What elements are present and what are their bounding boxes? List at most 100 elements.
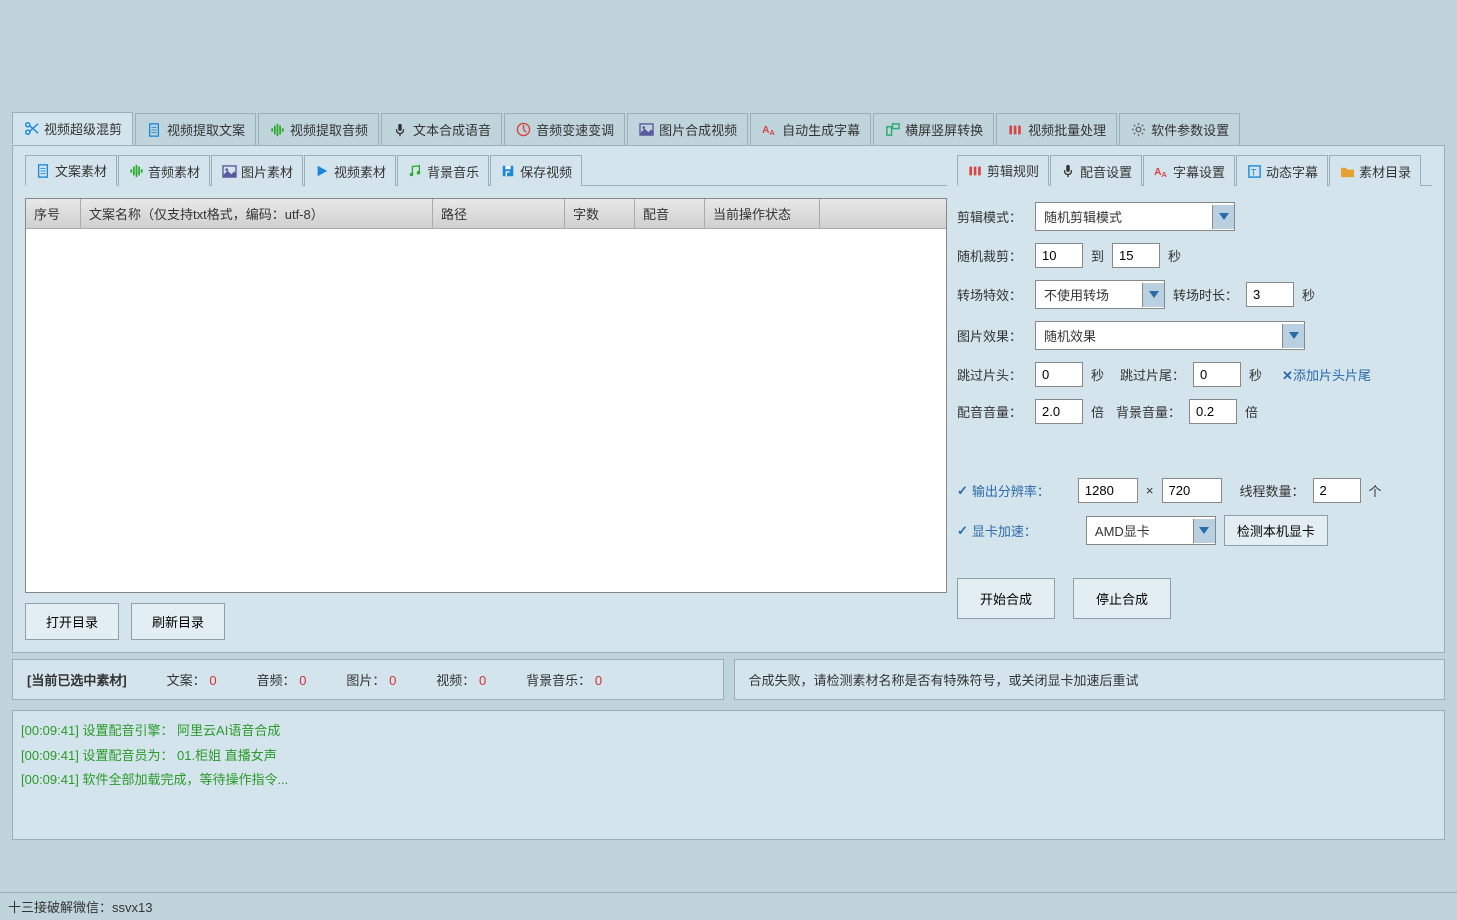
left-subtab-3[interactable]: 视频素材 [304, 155, 396, 186]
gpu-dropdown[interactable]: AMD显卡 [1086, 516, 1216, 545]
skip-tail-input[interactable] [1193, 362, 1241, 387]
main-tab-0[interactable]: 视频超级混剪 [12, 112, 133, 145]
random-crop-to-input[interactable] [1112, 243, 1160, 268]
stats-text-label: 文案： [167, 673, 206, 688]
stats-text-count: 0 [209, 673, 216, 688]
gpu-accel-checkbox[interactable]: ✓ 显卡加速： [957, 521, 1037, 540]
skip-tail-label: 跳过片尾： [1120, 365, 1185, 384]
subtab-label: 图片素材 [241, 162, 293, 181]
bg-volume-input[interactable] [1189, 399, 1237, 424]
main-tab-5[interactable]: 图片合成视频 [627, 113, 748, 145]
right-subtab-1[interactable]: 配音设置 [1050, 155, 1142, 186]
subtab-label: 保存视频 [520, 162, 572, 181]
stats-image-count: 0 [389, 673, 396, 688]
edit-mode-dropdown[interactable]: 随机剪辑模式 [1035, 202, 1235, 231]
voice-volume-label: 配音音量： [957, 402, 1027, 421]
x-icon: ✕ [1282, 368, 1293, 383]
gpu-accel-label: 显卡加速： [972, 521, 1037, 540]
skip-head-label: 跳过片头： [957, 365, 1027, 384]
batch-icon [1007, 122, 1023, 138]
transition-dropdown[interactable]: 不使用转场 [1035, 280, 1165, 309]
subtab-label: 字幕设置 [1173, 162, 1225, 181]
left-subtab-0[interactable]: 文案素材 [25, 155, 117, 186]
subtab-label: 音频素材 [148, 162, 200, 181]
thread-count-input[interactable] [1313, 478, 1361, 503]
open-dir-button[interactable]: 打开目录 [25, 603, 119, 640]
th-index[interactable]: 序号 [26, 199, 81, 228]
log-panel: [00:09:41] 设置配音引擎： 阿里云AI语音合成[00:09:41] 设… [12, 710, 1445, 840]
transition-duration-input[interactable] [1246, 282, 1294, 307]
log-line-1: [00:09:41] 设置配音员为： 01.柜姐 直播女声 [21, 744, 1436, 769]
transition-value: 不使用转场 [1036, 281, 1142, 308]
main-tab-label: 横屏竖屏转换 [905, 120, 983, 139]
main-tab-9[interactable]: 软件参数设置 [1119, 113, 1240, 145]
left-panel: 文案素材 音频素材 图片素材视频素材 背景音乐 保存视频 序号 文案名称（仅支持txt格… [25, 154, 947, 648]
check-icon: ✓ [957, 483, 968, 499]
subtab-label: 剪辑规则 [987, 161, 1039, 180]
output-res-checkbox[interactable]: ✓ 输出分辨率： [957, 481, 1050, 500]
th-chars[interactable]: 字数 [565, 199, 635, 228]
chevron-down-icon[interactable] [1142, 283, 1164, 307]
main-tab-label: 音频变速变调 [536, 120, 614, 139]
th-voice[interactable]: 配音 [635, 199, 705, 228]
stop-compose-button[interactable]: 停止合成 [1073, 578, 1171, 619]
main-tab-label: 视频批量处理 [1028, 120, 1106, 139]
thread-count-unit: 个 [1369, 481, 1382, 500]
output-height-input[interactable] [1162, 478, 1222, 503]
left-subtab-5[interactable]: 保存视频 [490, 155, 582, 186]
audio-wave-icon [269, 122, 285, 138]
main-tab-label: 视频提取文案 [167, 120, 245, 139]
right-subtab-0[interactable]: 剪辑规则 [957, 155, 1049, 186]
main-tab-7[interactable]: 横屏竖屏转换 [873, 113, 994, 145]
th-name[interactable]: 文案名称（仅支持txt格式，编码：utf-8） [81, 199, 433, 228]
main-tab-8[interactable]: 视频批量处理 [996, 113, 1117, 145]
stats-bgm-count: 0 [595, 673, 602, 688]
start-compose-button[interactable]: 开始合成 [957, 578, 1055, 619]
content-area: 文案素材 音频素材 图片素材视频素材 背景音乐 保存视频 序号 文案名称（仅支持txt格… [12, 145, 1445, 653]
output-width-input[interactable] [1078, 478, 1138, 503]
doc-icon [35, 163, 51, 179]
main-tab-3[interactable]: 文本合成语音 [381, 113, 502, 145]
voice-volume-unit: 倍 [1091, 402, 1104, 421]
th-status[interactable]: 当前操作状态 [705, 199, 820, 228]
refresh-dir-button[interactable]: 刷新目录 [131, 603, 225, 640]
gpu-value: AMD显卡 [1087, 517, 1193, 544]
image-effect-dropdown[interactable]: 随机效果 [1035, 321, 1305, 350]
left-subtab-1[interactable]: 音频素材 [118, 155, 210, 186]
left-subtab-4[interactable]: 背景音乐 [397, 155, 489, 186]
stats-video-count: 0 [479, 673, 486, 688]
random-crop-from-input[interactable] [1035, 243, 1083, 268]
save-icon [500, 163, 516, 179]
log-line-0: [00:09:41] 设置配音引擎： 阿里云AI语音合成 [21, 719, 1436, 744]
main-tab-6[interactable]: AA自动生成字幕 [750, 113, 871, 145]
right-subtab-3[interactable]: T动态字幕 [1236, 155, 1328, 186]
svg-text:A: A [1161, 170, 1167, 178]
skip-head-input[interactable] [1035, 362, 1083, 387]
right-subtab-2[interactable]: AA字幕设置 [1143, 155, 1235, 186]
subtitle-icon: AA [761, 122, 777, 138]
main-tab-1[interactable]: 视频提取文案 [135, 113, 256, 145]
speed-icon [515, 122, 531, 138]
svg-text:A: A [769, 128, 775, 136]
right-subtab-4[interactable]: 素材目录 [1329, 155, 1421, 186]
main-tab-4[interactable]: 音频变速变调 [504, 113, 625, 145]
chevron-down-icon[interactable] [1282, 324, 1304, 348]
gear-icon [1130, 122, 1146, 138]
svg-text:T: T [1250, 167, 1256, 177]
main-tab-label: 图片合成视频 [659, 120, 737, 139]
detect-gpu-button[interactable]: 检测本机显卡 [1224, 515, 1328, 546]
left-subtab-2[interactable]: 图片素材 [211, 155, 303, 186]
main-tab-2[interactable]: 视频提取音频 [258, 113, 379, 145]
add-head-tail-toggle[interactable]: ✕添加片头片尾 [1282, 365, 1371, 384]
folder-icon [1339, 163, 1355, 179]
stats-bgm-label: 背景音乐： [526, 673, 591, 688]
voice-volume-input[interactable] [1035, 399, 1083, 424]
skip-head-unit: 秒 [1091, 365, 1104, 384]
chevron-down-icon[interactable] [1212, 205, 1234, 229]
right-panel: 剪辑规则配音设置AA字幕设置T动态字幕素材目录 剪辑模式： 随机剪辑模式 随机裁… [957, 154, 1432, 648]
scissors-icon [23, 121, 39, 137]
subtab-label: 背景音乐 [427, 162, 479, 181]
status-message-box: 合成失败，请检测素材名称是否有特殊符号，或关闭显卡加速后重试 [734, 659, 1446, 700]
chevron-down-icon[interactable] [1193, 519, 1215, 543]
th-path[interactable]: 路径 [433, 199, 565, 228]
